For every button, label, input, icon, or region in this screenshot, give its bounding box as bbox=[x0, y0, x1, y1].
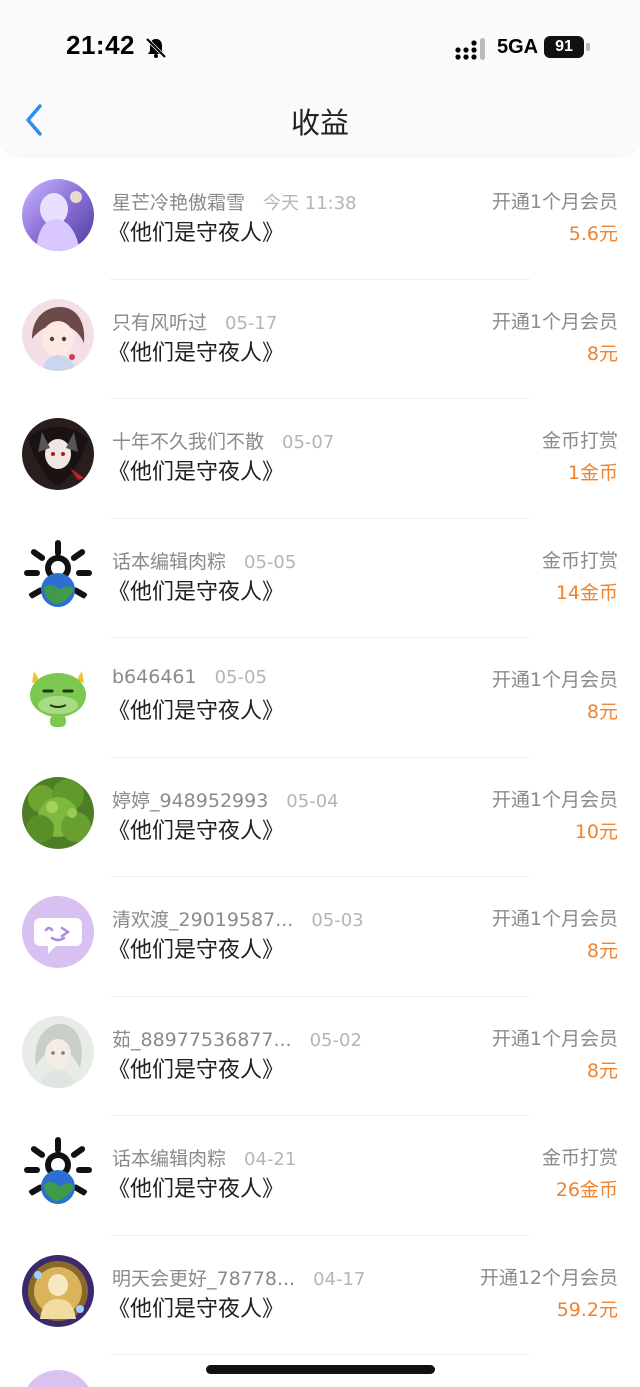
list-item[interactable]: 十年不久我们不散 05-07 《他们是守夜人》 金币打赏 1金币 bbox=[0, 399, 640, 519]
earning-type: 开通1个月会员 bbox=[491, 310, 618, 333]
book-title: 《他们是守夜人》 bbox=[108, 1296, 285, 1322]
reader-name: 只有风听过 05-17 bbox=[112, 308, 277, 335]
avatar bbox=[22, 1370, 94, 1387]
avatar[interactable] bbox=[22, 298, 94, 371]
page-title: 收益 bbox=[290, 106, 349, 140]
earning-type: 金币打赏 bbox=[541, 549, 618, 572]
earning-amount: 8元 bbox=[586, 342, 618, 365]
reader-date: 04-21 bbox=[244, 1149, 297, 1170]
earning-amount: 8元 bbox=[586, 1059, 618, 1082]
reader-name: 话本编辑肉粽 05-05 bbox=[112, 547, 296, 574]
top-bar: 21:42 5GA 91 收益 bbox=[0, 0, 640, 154]
reader-name-text: 明天会更好_78778... bbox=[112, 1267, 296, 1290]
avatar[interactable] bbox=[22, 1254, 94, 1327]
avatar[interactable] bbox=[22, 1015, 94, 1088]
reader-name-text: 婷婷_948952993 bbox=[112, 789, 269, 812]
reader-name: 星芒冷艳傲霜雪 今天 11:38 bbox=[112, 188, 357, 215]
reader-name-text: 话本编辑肉粽 bbox=[112, 550, 227, 573]
earning-type: 金币打赏 bbox=[541, 1147, 618, 1169]
earnings-list: 星芒冷艳傲霜雪 今天 11:38 《他们是守夜人》 开通1个月会员 5.6元 只有风听过 0… bbox=[0, 160, 640, 1355]
reader-name-text: b646461 bbox=[112, 666, 197, 688]
list-item[interactable]: 星芒冷艳傲霜雪 今天 11:38 《他们是守夜人》 开通1个月会员 5.6元 bbox=[0, 160, 640, 280]
earning-type: 开通1个月会员 bbox=[491, 669, 618, 691]
reader-name: b646461 05-05 bbox=[112, 666, 267, 688]
avatar[interactable] bbox=[22, 896, 94, 968]
reader-date: 05-05 bbox=[244, 551, 297, 573]
earning-type: 金币打赏 bbox=[541, 430, 618, 452]
book-title: 《他们是守夜人》 bbox=[108, 579, 285, 605]
home-indicator[interactable] bbox=[206, 1365, 435, 1374]
list-item[interactable]: 清欢渡_29019587... 05-03 《他们是守夜人》 开通1个月会员 8元 bbox=[0, 877, 640, 997]
network-label: 5GA bbox=[497, 36, 539, 58]
avatar[interactable] bbox=[22, 776, 94, 849]
reader-date: 05-07 bbox=[282, 432, 335, 453]
earning-amount: 59.2元 bbox=[556, 1298, 618, 1321]
reader-date: 05-17 bbox=[225, 312, 278, 334]
avatar[interactable] bbox=[22, 1135, 94, 1207]
reader-name-text: 星芒冷艳傲霜雪 bbox=[112, 192, 246, 214]
avatar[interactable] bbox=[22, 418, 94, 490]
list-item[interactable]: 婷婷_948952993 05-04 《他们是守夜人》 开通1个月会员 10元 bbox=[0, 758, 640, 877]
list-item[interactable]: 明天会更好_78778... 04-17 《他们是守夜人》 开通12个月会员 59.2元 bbox=[0, 1236, 640, 1355]
reader-name-text: 只有风听过 bbox=[112, 311, 208, 334]
bell-muted-icon bbox=[145, 37, 167, 59]
reader-name: 十年不久我们不散 05-07 bbox=[112, 427, 334, 454]
book-title: 《他们是守夜人》 bbox=[108, 1057, 285, 1083]
battery-tip bbox=[586, 43, 590, 51]
book-title: 《他们是守夜人》 bbox=[108, 1177, 285, 1202]
reader-name: 清欢渡_29019587... 05-03 bbox=[112, 905, 364, 932]
earning-type: 开通1个月会员 bbox=[491, 908, 618, 930]
list-item[interactable]: 茹_88977536877... 05-02 《他们是守夜人》 开通1个月会员 8元 bbox=[0, 997, 640, 1116]
reader-date: 05-03 bbox=[311, 910, 364, 931]
avatar[interactable] bbox=[22, 179, 94, 251]
list-item[interactable]: b646461 05-05 《他们是守夜人》 开通1个月会员 8元 bbox=[0, 638, 640, 758]
earning-amount: 26金币 bbox=[555, 1179, 618, 1201]
earning-amount: 1金币 bbox=[567, 462, 618, 484]
reader-name-text: 话本编辑肉粽 bbox=[112, 1148, 227, 1170]
list-item[interactable]: 话本编辑肉粽 05-05 《他们是守夜人》 金币打赏 14金币 bbox=[0, 519, 640, 638]
avatar[interactable] bbox=[22, 657, 94, 729]
reader-date: 05-04 bbox=[286, 790, 339, 812]
reader-date: 今天 11:38 bbox=[263, 193, 357, 214]
reader-name-text: 十年不久我们不散 bbox=[112, 431, 265, 453]
reader-name: 话本编辑肉粽 04-21 bbox=[112, 1144, 296, 1171]
reader-name: 婷婷_948952993 05-04 bbox=[112, 786, 339, 813]
reader-name-text: 茹_88977536877... bbox=[112, 1028, 292, 1051]
reader-name: 明天会更好_78778... 04-17 bbox=[112, 1264, 365, 1291]
earning-type: 开通12个月会员 bbox=[479, 1266, 618, 1289]
reader-date: 05-02 bbox=[309, 1029, 362, 1051]
reader-date: 04-17 bbox=[313, 1268, 366, 1290]
reader-name: 茹_88977536877... 05-02 bbox=[112, 1025, 362, 1052]
list-item[interactable]: 话本编辑肉粽 04-21 《他们是守夜人》 金币打赏 26金币 bbox=[0, 1116, 640, 1236]
earning-type: 开通1个月会员 bbox=[491, 1027, 618, 1050]
status-time: 21:42 bbox=[66, 30, 135, 60]
book-title: 《他们是守夜人》 bbox=[108, 938, 285, 963]
earning-amount: 5.6元 bbox=[568, 223, 618, 245]
signal-icon bbox=[455, 38, 485, 60]
book-title: 《他们是守夜人》 bbox=[108, 340, 285, 366]
book-title: 《他们是守夜人》 bbox=[108, 818, 285, 844]
book-title: 《他们是守夜人》 bbox=[108, 699, 285, 724]
earning-type: 开通1个月会员 bbox=[491, 191, 618, 213]
reader-date: 05-05 bbox=[214, 667, 267, 688]
book-title: 《他们是守夜人》 bbox=[108, 460, 285, 485]
reader-name-text: 清欢渡_29019587... bbox=[112, 909, 294, 931]
book-title: 《他们是守夜人》 bbox=[108, 221, 285, 246]
avatar[interactable] bbox=[22, 537, 94, 610]
earning-amount: 10元 bbox=[574, 820, 618, 843]
earning-type: 开通1个月会员 bbox=[491, 788, 618, 811]
battery-icon: 91 bbox=[544, 36, 584, 58]
earning-amount: 8元 bbox=[586, 940, 618, 962]
list-item[interactable]: 只有风听过 05-17 《他们是守夜人》 开通1个月会员 8元 bbox=[0, 280, 640, 399]
earning-amount: 14金币 bbox=[555, 581, 618, 604]
earning-amount: 8元 bbox=[586, 701, 618, 723]
